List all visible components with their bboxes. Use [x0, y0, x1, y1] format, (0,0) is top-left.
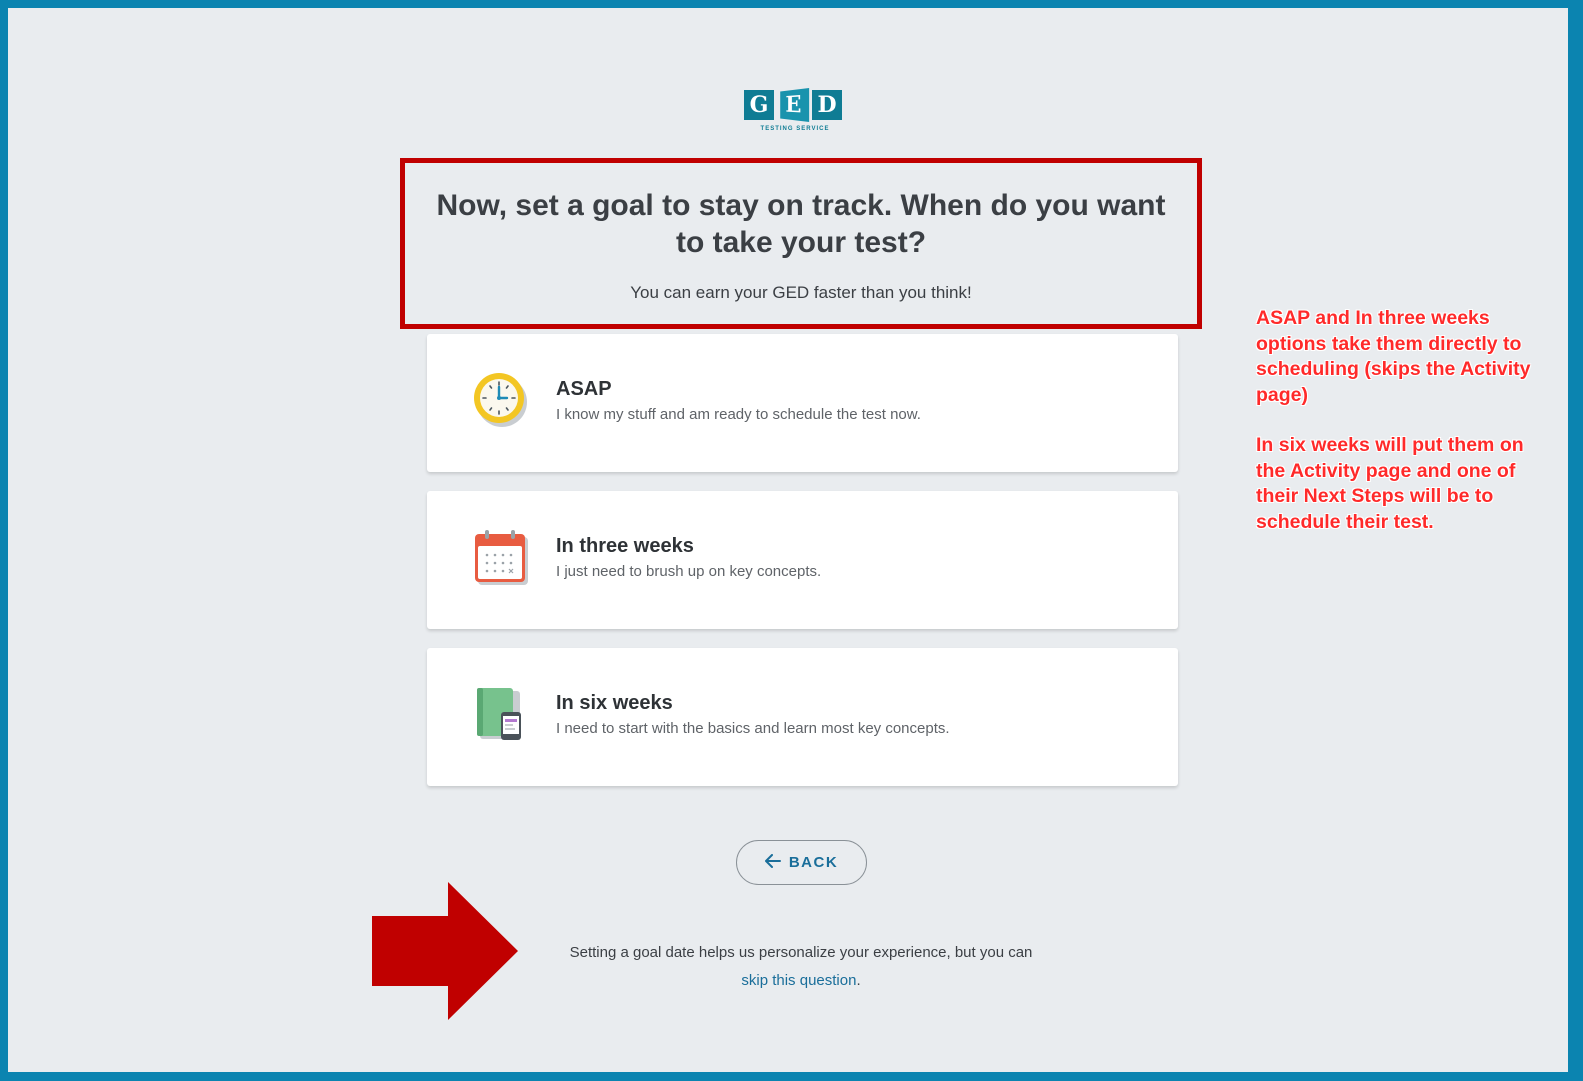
page: G E D TESTING SERVICE Now, set a goal to… — [8, 8, 1568, 1072]
annotation-note: ASAP and In three weeks options take the… — [1256, 306, 1546, 560]
red-arrow-icon — [372, 882, 520, 1020]
option-three-weeks-card[interactable]: In three weeks I just need to brush up o… — [427, 491, 1178, 629]
footer-period: . — [856, 972, 861, 989]
logo-letter-g: G — [744, 90, 774, 120]
option-asap-description: I know my stuff and am ready to schedule… — [556, 406, 921, 423]
footer-text: Setting a goal date helps us personalize… — [569, 944, 1033, 961]
annotation-note-2: In six weeks will put them on the Activi… — [1256, 434, 1524, 533]
option-six-weeks-label: In six weeks — [556, 692, 673, 714]
page-title: Now, set a goal to stay on track. When d… — [436, 189, 1166, 259]
logo-letters: G E D — [744, 88, 852, 122]
footer-note: Setting a goal date helps us personalize… — [400, 939, 1202, 995]
option-asap-card[interactable]: ASAP I know my stuff and am ready to sch… — [427, 334, 1178, 472]
option-six-weeks-card[interactable]: In six weeks I need to start with the ba… — [427, 648, 1178, 786]
back-button-label: BACK — [788, 854, 839, 871]
option-three-weeks-label: In three weeks — [556, 535, 694, 557]
book-icon — [471, 684, 531, 744]
option-asap-label: ASAP — [556, 378, 612, 400]
skip-question-link[interactable]: skip this question — [741, 972, 856, 989]
headline-highlight-box: Now, set a goal to stay on track. When d… — [400, 158, 1202, 329]
logo-letter-e: E — [780, 88, 810, 122]
annotation-note-1: ASAP and In three weeks options take the… — [1256, 307, 1531, 406]
calendar-icon — [471, 527, 531, 587]
option-six-weeks-description: I need to start with the basics and lear… — [556, 720, 950, 737]
clock-icon — [471, 370, 531, 430]
arrow-left-icon — [764, 853, 781, 872]
option-three-weeks-description: I just need to brush up on key concepts. — [556, 563, 822, 580]
ged-logo: G E D TESTING SERVICE — [744, 88, 852, 150]
footer-link-line: skip this question. — [400, 967, 1202, 995]
page-subtitle: You can earn your GED faster than you th… — [630, 283, 972, 302]
logo-subtitle: TESTING SERVICE — [760, 126, 830, 132]
back-button[interactable]: BACK — [736, 840, 867, 885]
logo-letter-d: D — [812, 90, 842, 120]
